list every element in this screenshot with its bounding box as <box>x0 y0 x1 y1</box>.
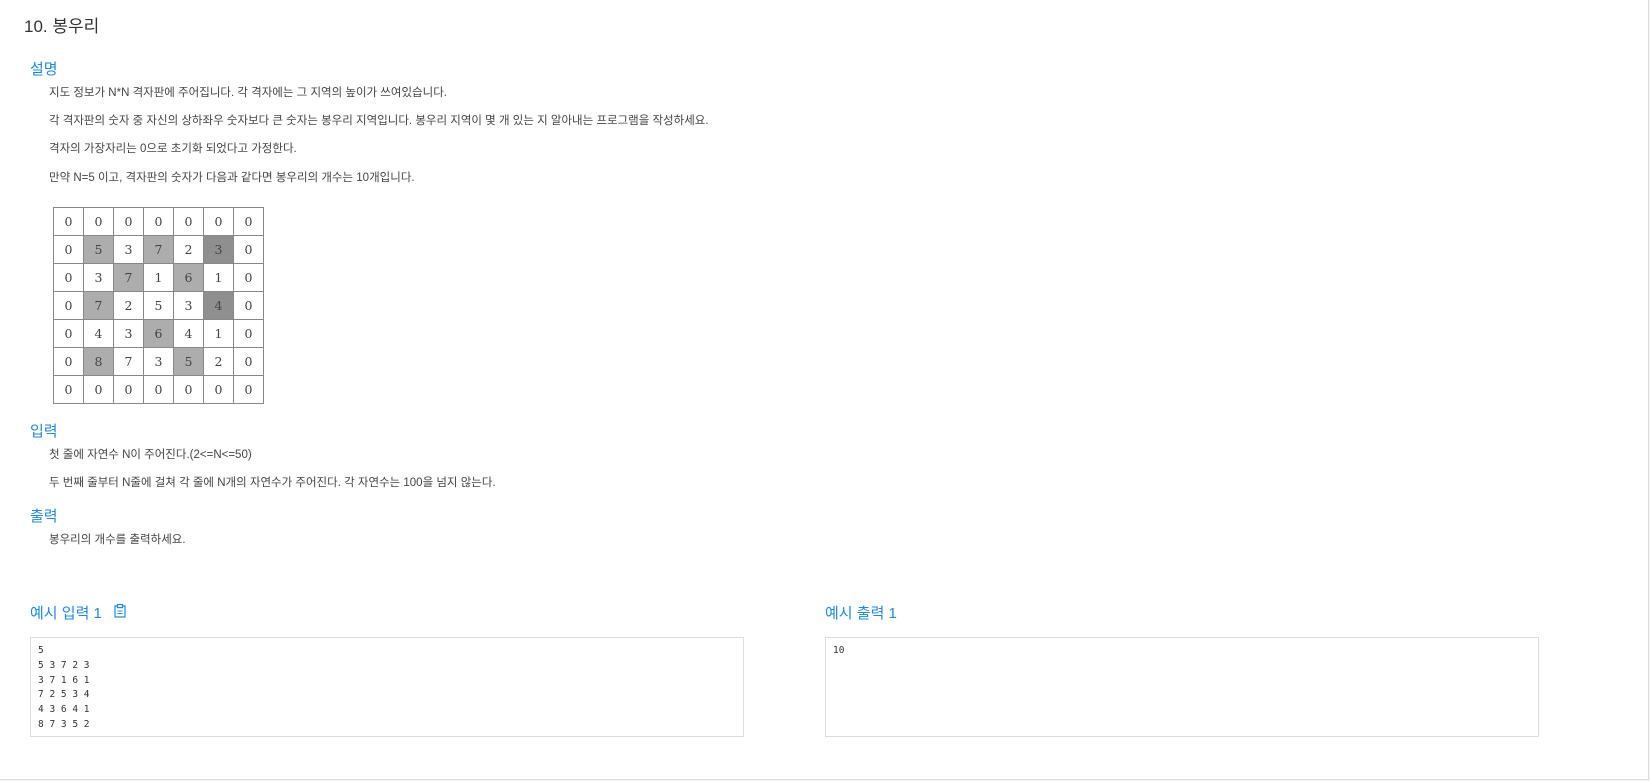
grid-cell: 0 <box>203 375 234 404</box>
grid-cell: 0 <box>53 347 84 376</box>
output-paragraph: 봉우리의 개수를 출력하세요. <box>49 534 186 546</box>
grid-cell: 0 <box>113 375 144 404</box>
grid-cell: 0 <box>233 291 264 320</box>
grid-cell: 2 <box>113 291 144 320</box>
grid-cell: 5 <box>83 235 114 264</box>
grid-cell: 5 <box>173 347 204 376</box>
grid-cell: 0 <box>53 375 84 404</box>
grid-cell: 3 <box>113 235 144 264</box>
grid-row: 0436410 <box>53 319 264 348</box>
grid-cell: 0 <box>113 207 144 236</box>
grid-cell: 0 <box>143 375 174 404</box>
grid-cell: 3 <box>143 347 174 376</box>
grid-row: 0000000 <box>53 375 264 404</box>
input-paragraph: 첫 줄에 자연수 N이 주어진다.(2<=N<=50) <box>49 449 252 461</box>
grid-cell: 0 <box>233 347 264 376</box>
clipboard-icon[interactable] <box>114 604 126 618</box>
grid-cell: 0 <box>53 235 84 264</box>
grid-row: 0725340 <box>53 291 264 320</box>
grid-cell: 3 <box>203 235 234 264</box>
grid-cell: 0 <box>173 375 204 404</box>
grid-cell: 0 <box>53 263 84 292</box>
input-paragraph: 두 번째 줄부터 N줄에 걸쳐 각 줄에 N개의 자연수가 주어진다. 각 자연… <box>49 477 496 489</box>
grid-cell: 2 <box>203 347 234 376</box>
problem-card: 10. 봉우리 설명 지도 정보가 N*N 격자판에 주어집니다. 각 격자에는… <box>0 0 1649 780</box>
grid-cell: 0 <box>53 319 84 348</box>
grid-row: 0000000 <box>53 207 264 236</box>
grid-cell: 0 <box>143 207 174 236</box>
example-input-heading: 예시 입력 1 <box>30 605 102 622</box>
grid-cell: 0 <box>233 375 264 404</box>
description-paragraph: 지도 정보가 N*N 격자판에 주어집니다. 각 격자에는 그 지역의 높이가 … <box>49 87 447 99</box>
grid-row: 0371610 <box>53 263 264 292</box>
grid-cell: 4 <box>83 319 114 348</box>
grid-cell: 0 <box>173 207 204 236</box>
grid-cell: 0 <box>53 207 84 236</box>
description-heading: 설명 <box>30 61 58 78</box>
example-input-box[interactable]: 5 5 3 7 2 3 3 7 1 6 1 7 2 5 3 4 4 3 6 4 … <box>30 637 744 737</box>
grid-cell: 3 <box>113 319 144 348</box>
grid-cell: 3 <box>83 263 114 292</box>
grid-cell: 0 <box>83 375 114 404</box>
grid-cell: 7 <box>143 235 174 264</box>
grid-cell: 6 <box>173 263 204 292</box>
grid-cell: 4 <box>173 319 204 348</box>
example-output-box[interactable]: 10 <box>825 637 1539 737</box>
grid-cell: 1 <box>143 263 174 292</box>
grid-cell: 5 <box>143 291 174 320</box>
grid-row: 0537230 <box>53 235 264 264</box>
grid-cell: 3 <box>173 291 204 320</box>
grid-cell: 8 <box>83 347 114 376</box>
grid-cell: 0 <box>203 207 234 236</box>
description-paragraph: 각 격자판의 숫자 중 자신의 상하좌우 숫자보다 큰 숫자는 봉우리 지역입니… <box>49 115 709 127</box>
grid-cell: 4 <box>203 291 234 320</box>
grid-cell: 2 <box>173 235 204 264</box>
output-heading: 출력 <box>30 508 58 525</box>
peak-grid-table: 0000000053723003716100725340043641008735… <box>53 207 264 404</box>
problem-title: 10. 봉우리 <box>24 17 100 36</box>
input-heading: 입력 <box>30 423 58 440</box>
grid-cell: 1 <box>203 319 234 348</box>
grid-cell: 0 <box>233 263 264 292</box>
grid-cell: 7 <box>113 263 144 292</box>
grid-cell: 1 <box>203 263 234 292</box>
grid-cell: 7 <box>113 347 144 376</box>
grid-cell: 0 <box>233 207 264 236</box>
grid-cell: 6 <box>143 319 174 348</box>
example-output-heading: 예시 출력 1 <box>825 605 897 622</box>
grid-cell: 0 <box>233 319 264 348</box>
grid-cell: 7 <box>83 291 114 320</box>
grid-cell: 0 <box>83 207 114 236</box>
grid-cell: 0 <box>233 235 264 264</box>
grid-row: 0873520 <box>53 347 264 376</box>
description-paragraph: 격자의 가장자리는 0으로 초기화 되었다고 가정한다. <box>49 143 297 155</box>
description-paragraph: 만약 N=5 이고, 격자판의 숫자가 다음과 같다면 봉우리의 개수는 10개… <box>49 172 415 184</box>
grid-cell: 0 <box>53 291 84 320</box>
